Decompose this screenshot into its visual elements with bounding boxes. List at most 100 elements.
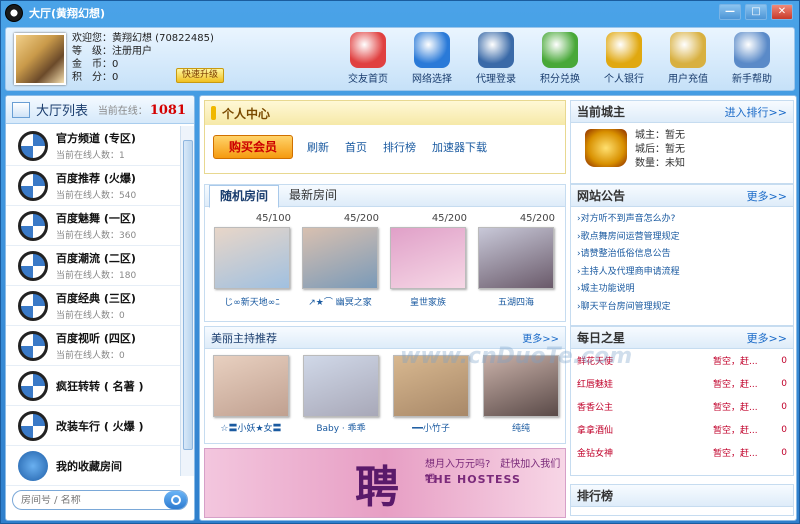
room-item[interactable]: 百度潮流 (二区) 当前在线人数：180 [6, 246, 180, 286]
recruit-banner[interactable]: 聘 想月入万元吗? 赶快加入我们吧 THE HOSTESS [204, 448, 566, 518]
tab-0[interactable]: 随机房间 [209, 185, 280, 208]
photo-card[interactable]: 45/200 皇世家族 [389, 213, 467, 308]
star-cell[interactable]: 暂空，赶... [713, 446, 769, 459]
minimize-button[interactable]: — [719, 4, 741, 20]
nav-people-help[interactable]: 新手帮助 [720, 32, 784, 85]
house-heart-icon [350, 32, 386, 68]
restore-button[interactable]: □ [745, 4, 767, 20]
star-cell[interactable]: 暂空，赶... [713, 423, 769, 436]
scroll-thumb[interactable] [183, 140, 193, 450]
card-name[interactable]: じ∞新天地∞ﾆ [213, 295, 291, 308]
notice-title: 网站公告 [577, 189, 626, 203]
star-cell[interactable]: 暂空，赶... [713, 354, 769, 367]
room-item[interactable]: 百度经典 (三区) 当前在线人数：0 [6, 286, 180, 326]
photo-card[interactable]: ☆〓小妖★女〓 [213, 355, 289, 434]
chart-monitor-icon [478, 32, 514, 68]
app-logo-icon [5, 4, 23, 22]
room-name: 我的收藏房间 [56, 459, 122, 473]
online-count: 当前在线： 1081 [98, 102, 186, 118]
room-item[interactable]: 疯狂转转 ( 名著 ) [6, 366, 180, 406]
photo-card[interactable]: Baby · 乖乖 [303, 355, 379, 434]
nav-gold-coins[interactable]: 个人银行 [592, 32, 656, 85]
close-button[interactable]: ✕ [771, 4, 793, 20]
tab-1[interactable]: 最新房间 [279, 185, 347, 206]
title-bar[interactable]: 大厅(黄翔幻想) — □ ✕ [1, 1, 799, 25]
star-cell[interactable]: 暂空，赶... [713, 400, 769, 413]
nav-label: 个人银行 [604, 74, 644, 85]
room-text: 疯狂转转 ( 名著 ) [56, 378, 144, 394]
room-search-input[interactable] [21, 494, 164, 506]
room-search [12, 490, 188, 510]
watermark-text: www.cnDuoTe.com [400, 344, 633, 369]
room-text: 百度潮流 (二区) 当前在线人数：180 [56, 250, 136, 281]
card-name[interactable]: ━━小竹子 [393, 421, 469, 434]
room-online: 当前在线人数：0 [56, 311, 125, 321]
avatar[interactable] [14, 33, 66, 85]
card-name[interactable]: ↗★⌒ 幽冥之家 [301, 295, 379, 308]
room-item[interactable]: 改装车行 ( 火爆 ) [6, 406, 180, 446]
photo-thumbnail[interactable] [214, 227, 290, 289]
card-name[interactable]: Baby · 乖乖 [303, 421, 379, 434]
sidebar-scrollbar[interactable] [180, 126, 194, 476]
photo-thumbnail[interactable] [390, 227, 466, 289]
user-level: 等 级：注册用户 [72, 46, 152, 57]
online-number: 1081 [149, 102, 186, 118]
hosts-more-link[interactable]: 更多>> [522, 330, 559, 345]
nav-label: 新手帮助 [732, 74, 772, 85]
main-window: 大厅(黄翔幻想) — □ ✕ 欢迎您：黄翔幻想 (70822485) 等 级：注… [0, 0, 800, 524]
card-name[interactable]: ☆〓小妖★女〓 [213, 421, 289, 434]
stars-more-link[interactable]: 更多>> [747, 330, 787, 346]
notice-item[interactable]: ›主持人及代理商申请流程 [577, 264, 787, 282]
nav-chart-monitor[interactable]: 代理登录 [464, 32, 528, 85]
nav-label: 代理登录 [476, 74, 516, 85]
count-line: 数量：未知 [635, 158, 685, 169]
room-item[interactable]: 我的收藏房间 [6, 446, 180, 486]
room-item[interactable]: 官方频道 (专区) 当前在线人数：1 [6, 126, 180, 166]
pc-link[interactable]: 加速器下载 [432, 139, 487, 155]
card-name[interactable]: 皇世家族 [389, 295, 467, 308]
nav-globe[interactable]: 网络选择 [400, 32, 464, 85]
pc-link[interactable]: 刷新 [307, 139, 329, 155]
bmw-logo-icon [18, 130, 48, 161]
quick-upgrade-button[interactable]: 快速升级 [176, 68, 224, 83]
star-cell: 0 [781, 355, 787, 366]
star-cell: 0 [781, 424, 787, 435]
rank-link[interactable]: 进入排行>> [725, 104, 787, 120]
photo-thumbnail[interactable] [478, 227, 554, 289]
star-cell[interactable]: 暂空，赶... [713, 377, 769, 390]
pc-link[interactable]: 排行榜 [383, 139, 416, 155]
nav-house-heart[interactable]: 交友首页 [336, 32, 400, 85]
room-name: 疯狂转转 ( 名著 ) [56, 379, 144, 393]
photo-thumbnail[interactable] [302, 227, 378, 289]
notice-item[interactable]: ›城主功能说明 [577, 281, 787, 299]
star-cell[interactable]: 香香公主 [577, 400, 613, 413]
buy-vip-button[interactable]: 购买会员 [213, 135, 293, 159]
photo-thumbnail[interactable] [213, 355, 289, 417]
search-icon[interactable] [163, 491, 187, 509]
notice-item[interactable]: ›歌点舞房间运营管理规定 [577, 229, 787, 247]
star-cell[interactable]: 金钻女神 [577, 446, 613, 459]
room-name: 百度潮流 (二区) [56, 252, 136, 265]
notice-item[interactable]: ›对方听不到声音怎么办? [577, 211, 787, 229]
card-name[interactable]: 五湖四海 [477, 295, 555, 308]
notice-more-link[interactable]: 更多>> [747, 188, 787, 204]
room-item[interactable]: 百度魅舞 (一区) 当前在线人数：360 [6, 206, 180, 246]
room-item[interactable]: 百度视听 (四区) 当前在线人数：0 [6, 326, 180, 366]
pc-link[interactable]: 首页 [345, 139, 367, 155]
room-item[interactable]: 百度推荐 (火爆) 当前在线人数：540 [6, 166, 180, 206]
star-cell[interactable]: 拿拿酒仙 [577, 423, 613, 436]
nav-gift[interactable]: 积分兑换 [528, 32, 592, 85]
photo-thumbnail[interactable] [303, 355, 379, 417]
nav-label: 积分兑换 [540, 74, 580, 85]
notice-item[interactable]: ›请赞整治低俗信息公告 [577, 246, 787, 264]
photo-card[interactable]: 45/200 五湖四海 [477, 213, 555, 308]
card-name[interactable]: 纯纯 [483, 421, 559, 434]
nav-money-bag[interactable]: 用户充值 [656, 32, 720, 85]
room-name: 百度魅舞 (一区) [56, 212, 136, 225]
room-online: 当前在线人数：360 [56, 231, 137, 241]
star-cell[interactable]: 红唇魅娃 [577, 377, 613, 390]
photo-card[interactable]: 45/200 ↗★⌒ 幽冥之家 [301, 213, 379, 308]
notice-item[interactable]: ›聊天平台房间管理规定 [577, 299, 787, 317]
photo-card[interactable]: 45/100 じ∞新天地∞ﾆ [213, 213, 291, 308]
star-row: 红唇魅娃 暂空，赶... 0 [571, 372, 793, 395]
